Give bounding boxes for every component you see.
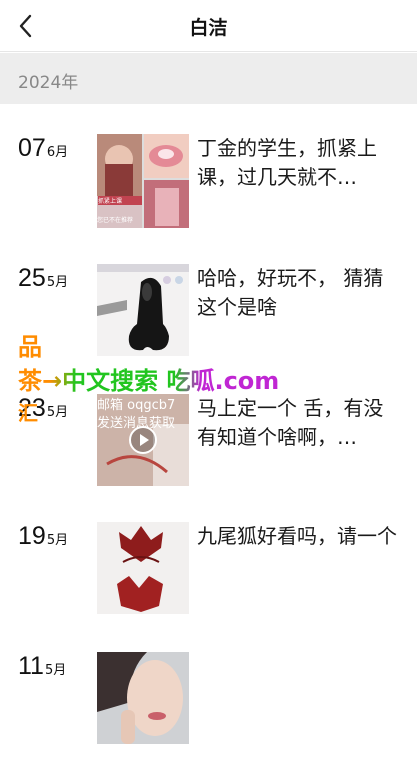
entry-month: 5月 [44, 663, 67, 678]
thumbnail-caption: 您已不在推荐 [97, 217, 134, 224]
year-label: 2024年 [18, 73, 79, 93]
entry-text: 哈哈，好玩不， 猜猜这个是啥 [197, 266, 384, 319]
watermark-line-2: 茶→中文搜索 吃呱.com [18, 366, 279, 396]
nav-bar: 白洁 [0, 0, 417, 52]
entry-day: 07 [18, 134, 46, 162]
moment-entry[interactable]: 255月 哈哈，好玩不， 猜猜这个是啥 [0, 264, 417, 356]
thumbnail-caption: 邮箱 oqgcb7 [97, 398, 176, 413]
entry-month: 5月 [46, 405, 69, 420]
entry-thumbnail[interactable] [97, 264, 189, 356]
entry-date: 255月 [18, 264, 68, 293]
entry-month: 5月 [46, 275, 69, 290]
entry-date: 195月 [18, 522, 68, 551]
year-section-header: 2024年 [0, 53, 417, 104]
moment-entry[interactable]: 076月 抓紧上课 您已不在推荐 丁金的学生，抓紧上课，过几天就不… [0, 134, 417, 228]
entry-date: 076月 [18, 134, 68, 163]
entry-day: 23 [18, 394, 46, 422]
moment-entry[interactable]: 235月 邮箱 oqgcb7 发送消息获取 马上定一个 舌，有没有知道个啥啊，… [0, 394, 417, 486]
entry-thumbnail[interactable]: 抓紧上课 您已不在推荐 [97, 134, 189, 228]
entry-text: 九尾狐好看吗，请一个 [197, 524, 397, 548]
entry-text: 马上定一个 舌，有没有知道个啥啊，… [197, 396, 384, 449]
entry-thumbnail[interactable] [97, 522, 189, 614]
play-icon[interactable] [129, 426, 157, 454]
entry-day: 19 [18, 522, 46, 550]
entry-thumbnail[interactable] [97, 652, 189, 744]
entry-thumbnail[interactable]: 邮箱 oqgcb7 发送消息获取 [97, 394, 189, 486]
entry-day: 25 [18, 264, 46, 292]
entry-text: 丁金的学生，抓紧上课，过几天就不… [197, 136, 377, 189]
entry-month: 6月 [46, 145, 69, 160]
page-title: 白洁 [189, 17, 228, 39]
entry-date: 115月 [18, 652, 66, 681]
watermark-text: 茶→中文搜索 吃呱.com [18, 367, 280, 395]
thumbnail-caption: 抓紧上课 [98, 196, 142, 205]
entry-day: 11 [18, 652, 44, 680]
entry-date: 235月 [18, 394, 68, 423]
moment-entry[interactable]: 115月 [0, 652, 417, 744]
entry-month: 5月 [46, 533, 69, 548]
moment-entry[interactable]: 195月 九尾狐好看吗，请一个 [0, 522, 417, 614]
